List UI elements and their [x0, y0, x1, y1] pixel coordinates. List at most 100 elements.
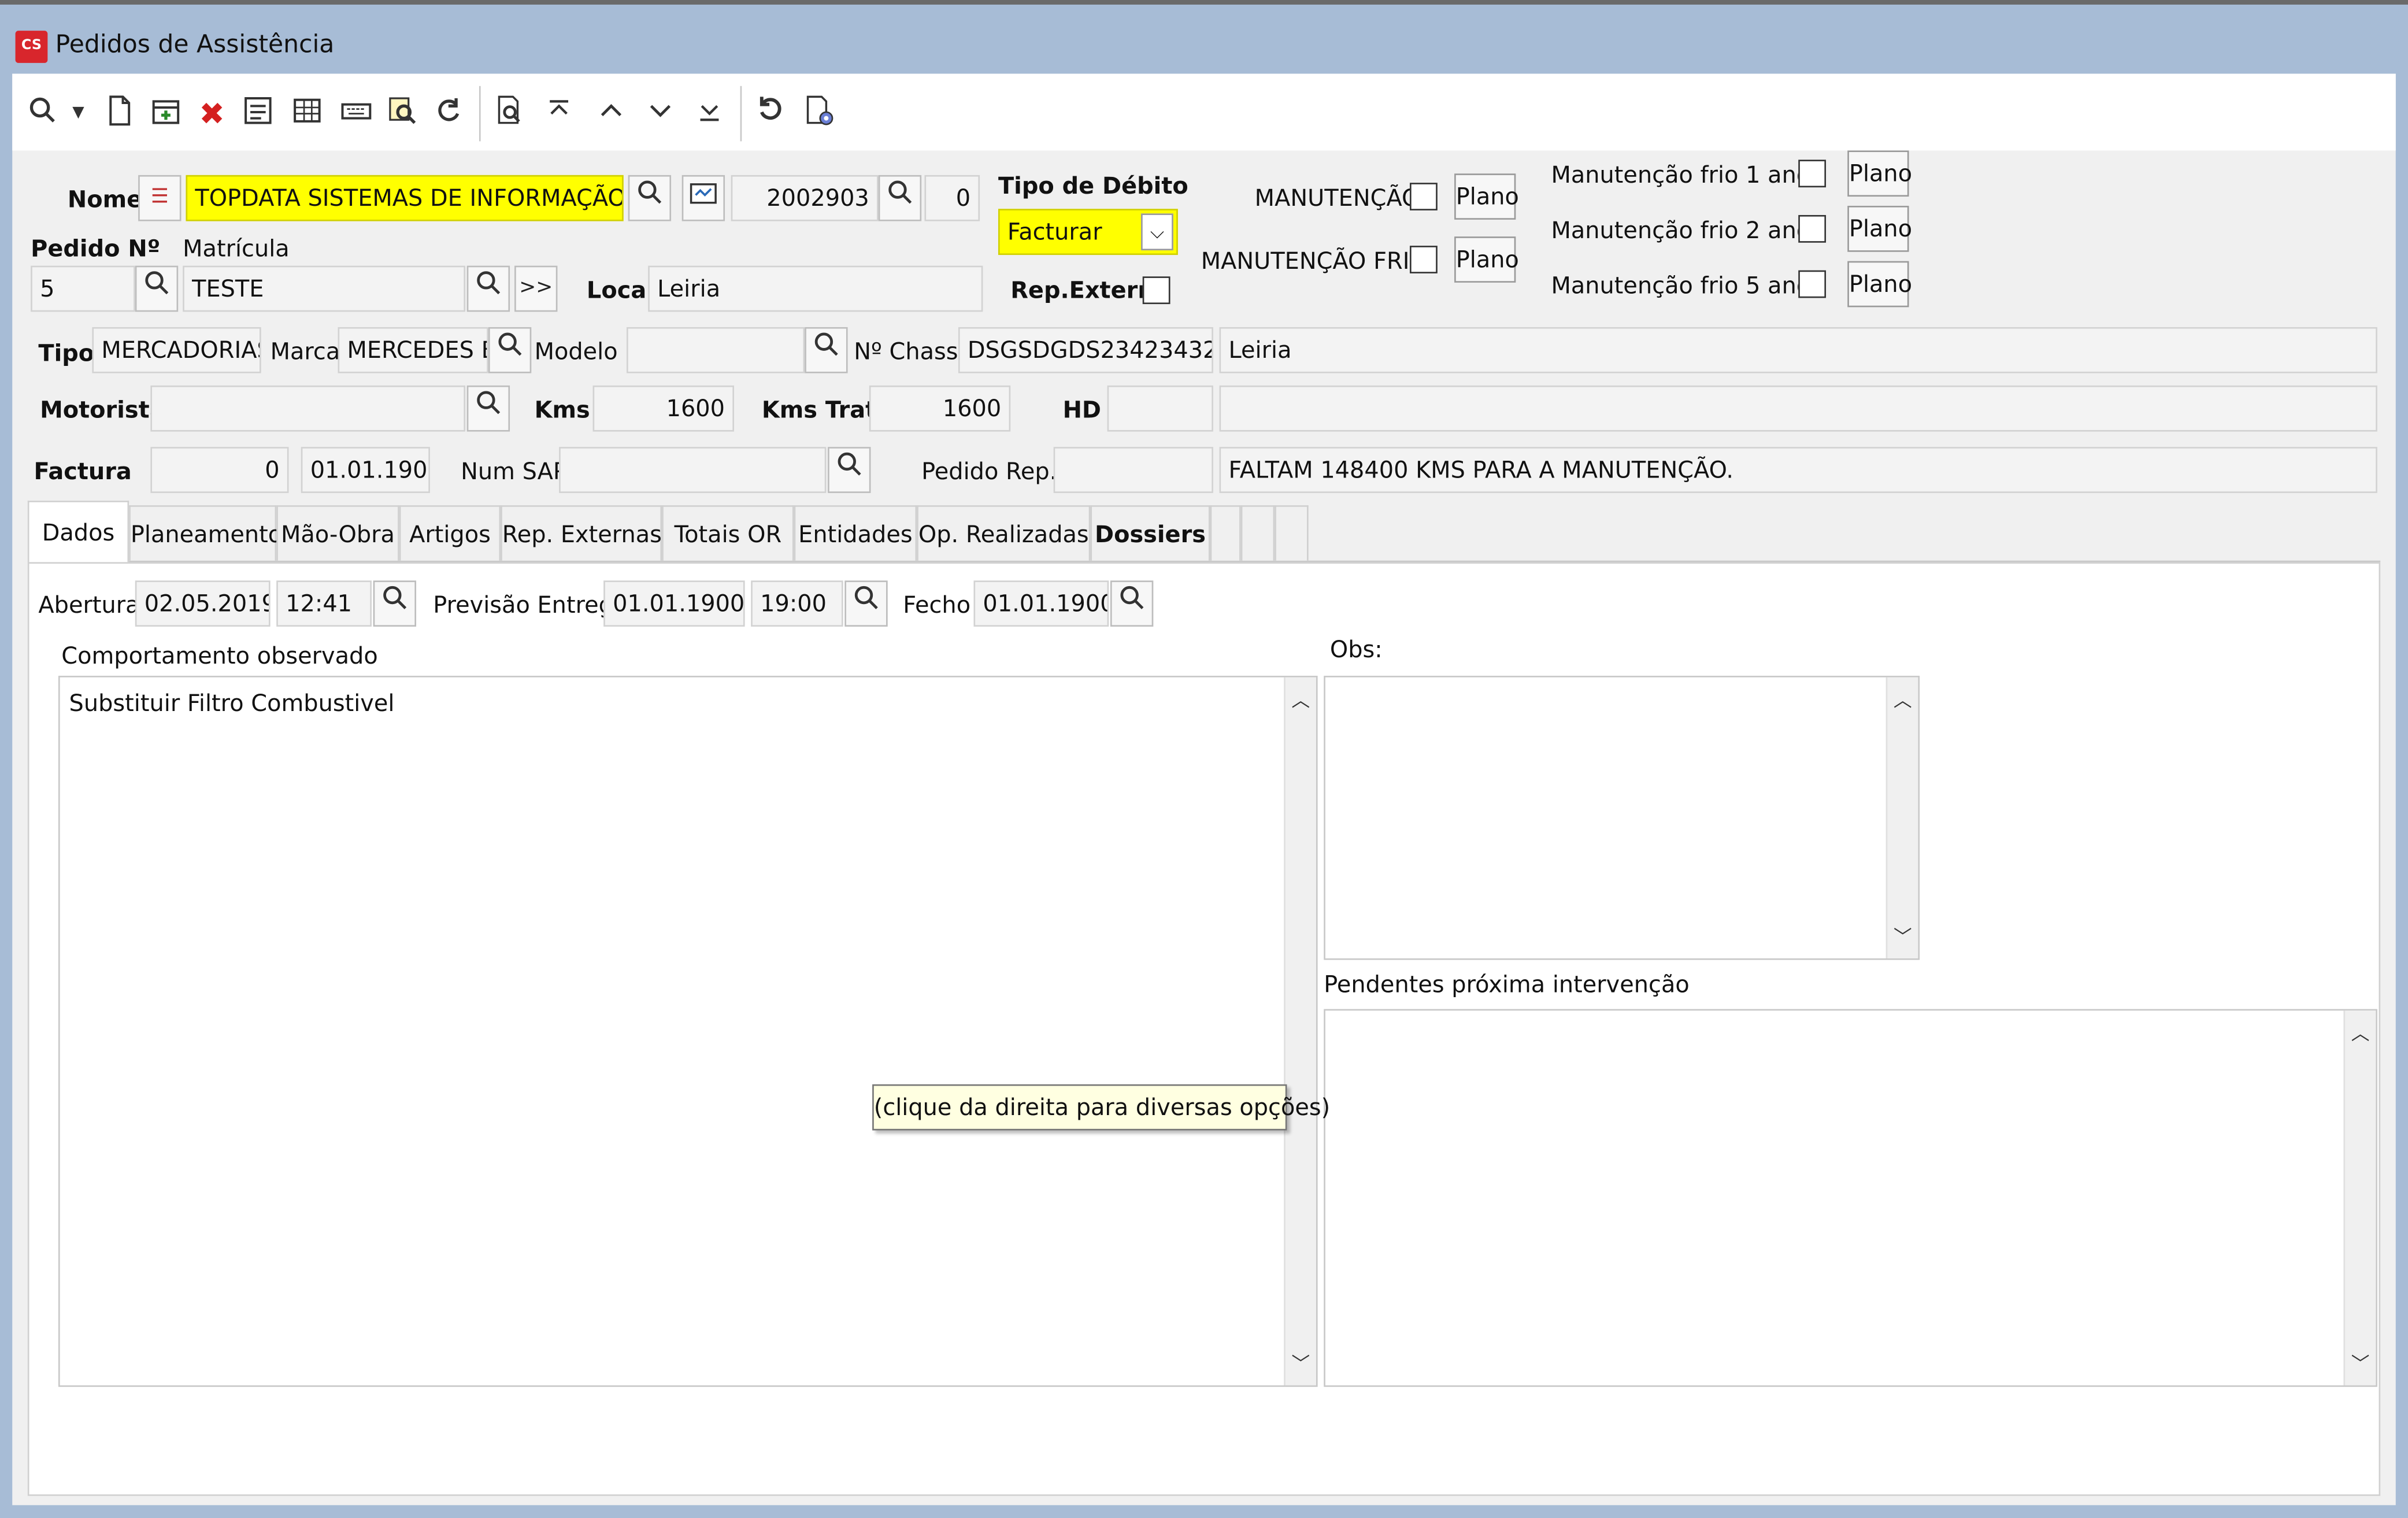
- frio5-label: Manutenção frio 5 anos: [1551, 272, 1822, 300]
- kms-trator-field[interactable]: 1600: [869, 385, 1011, 432]
- cliente-numero-field[interactable]: 2002903: [731, 175, 879, 221]
- delete-icon[interactable]: ✖: [194, 95, 231, 132]
- manutencao-checkbox[interactable]: [1410, 183, 1438, 210]
- reload-icon[interactable]: [753, 95, 790, 132]
- factura-date-field[interactable]: 01.01.1900: [301, 447, 430, 493]
- search-pedido-icon[interactable]: [135, 265, 179, 312]
- scroll-up-icon[interactable]: ︿: [1285, 687, 1316, 713]
- refresh-icon[interactable]: [430, 95, 467, 132]
- search-nome-icon[interactable]: [628, 175, 672, 221]
- list-icon[interactable]: ☰: [138, 175, 181, 221]
- pendentes-scrollbar[interactable]: ︿ ﹀: [2343, 1010, 2376, 1386]
- grid-view-icon[interactable]: [288, 95, 325, 132]
- nome-field[interactable]: TOPDATA SISTEMAS DE INFORMAÇÃO LDA: [186, 175, 624, 221]
- form-view-icon[interactable]: [239, 95, 276, 132]
- settings-document-icon[interactable]: [802, 95, 839, 132]
- scroll-down-icon[interactable]: ﹀: [1887, 923, 1918, 949]
- tab-dossiers[interactable]: Dossiers: [1090, 505, 1210, 561]
- search-previsao-icon[interactable]: [844, 580, 888, 627]
- hd-field[interactable]: [1107, 385, 1213, 432]
- pedido-label: Pedido Nº: [31, 235, 161, 263]
- frio5-checkbox[interactable]: [1798, 270, 1827, 298]
- modelo-field[interactable]: [627, 327, 805, 373]
- info-readonly-field: [1219, 385, 2377, 432]
- search-abertura-icon[interactable]: [373, 580, 417, 627]
- previous-record-icon[interactable]: [593, 95, 630, 132]
- dropdown-arrow-icon[interactable]: ▼: [68, 95, 89, 132]
- scroll-up-icon[interactable]: ︿: [2345, 1020, 2376, 1046]
- marca-field[interactable]: MERCEDES B: [338, 327, 488, 373]
- tab-mao-obra[interactable]: Mão-Obra: [276, 505, 399, 561]
- previsao-date-field[interactable]: 01.01.1900: [603, 580, 745, 627]
- manutencao-plano-button[interactable]: Plano: [1454, 173, 1519, 220]
- search-fecho-icon[interactable]: [1110, 580, 1154, 627]
- motorista-field[interactable]: [150, 385, 466, 432]
- obs-scrollbar[interactable]: ︿ ﹀: [1885, 677, 1918, 958]
- search-cliente-icon[interactable]: [878, 175, 922, 221]
- matricula-label: Matrícula: [183, 235, 290, 263]
- abertura-time-field[interactable]: 12:41: [276, 580, 372, 627]
- pedido-field[interactable]: 5: [31, 265, 135, 312]
- kms-field[interactable]: 1600: [592, 385, 734, 432]
- num-sap-field[interactable]: [559, 447, 827, 493]
- manutencao-frio-plano-button[interactable]: Plano: [1454, 236, 1519, 283]
- tab-rep-externas[interactable]: Rep. Externas: [501, 505, 662, 561]
- tab-totais-or[interactable]: Totais OR: [662, 505, 794, 561]
- abertura-date-field[interactable]: 02.05.2019: [135, 580, 271, 627]
- search-motorista-icon[interactable]: [466, 385, 510, 432]
- search-icon[interactable]: [25, 95, 62, 132]
- tab-empty[interactable]: [1210, 505, 1241, 561]
- pendentes-textarea[interactable]: ︿ ﹀: [1324, 1009, 2377, 1387]
- keyboard-icon[interactable]: [338, 95, 375, 132]
- obs-label: Obs:: [1329, 635, 1383, 664]
- find-icon[interactable]: [384, 95, 421, 132]
- tab-op-realizadas[interactable]: Op. Realizadas: [917, 505, 1091, 561]
- matricula-field[interactable]: TESTE: [183, 265, 466, 312]
- local-label: Local: [586, 276, 654, 305]
- first-record-icon[interactable]: [540, 95, 577, 132]
- next-record-icon[interactable]: [642, 95, 679, 132]
- search-matricula-icon[interactable]: [466, 265, 510, 312]
- comportamento-scrollbar[interactable]: ︿ ﹀: [1284, 677, 1316, 1386]
- manutencao-warning: FALTAM 148400 KMS PARA A MANUTENÇÃO.: [1219, 447, 2377, 493]
- manutencao-frio-checkbox[interactable]: [1410, 246, 1438, 273]
- factura-label: Factura: [34, 457, 132, 486]
- tab-empty[interactable]: [1240, 505, 1275, 561]
- tab-planeamento[interactable]: Planeamento: [129, 505, 282, 561]
- chevron-down-icon[interactable]: ⌵: [1141, 213, 1173, 251]
- tab-dados[interactable]: Dados: [27, 501, 129, 564]
- tab-empty[interactable]: [1275, 505, 1309, 561]
- scroll-down-icon[interactable]: ﹀: [2345, 1350, 2376, 1376]
- factura-field[interactable]: 0: [150, 447, 289, 493]
- search-marca-icon[interactable]: [488, 327, 532, 373]
- frio5-plano-button[interactable]: Plano: [1847, 261, 1912, 308]
- tab-artigos[interactable]: Artigos: [399, 505, 501, 561]
- search-sap-icon[interactable]: [828, 447, 871, 493]
- tab-entidades[interactable]: Entidades: [794, 505, 917, 561]
- pedido-rep-field[interactable]: [1053, 447, 1213, 493]
- search-modelo-icon[interactable]: [805, 327, 848, 373]
- fecho-date-field[interactable]: 01.01.1900: [973, 580, 1109, 627]
- previsao-time-field[interactable]: 19:00: [751, 580, 843, 627]
- rep-externa-checkbox[interactable]: [1142, 276, 1170, 305]
- comportamento-textarea[interactable]: Substituir Filtro Combustivel ︿ ﹀: [58, 676, 1318, 1387]
- frio1-plano-button[interactable]: Plano: [1847, 150, 1912, 197]
- obs-textarea[interactable]: ︿ ﹀: [1324, 676, 1920, 960]
- scroll-down-icon[interactable]: ﹀: [1285, 1350, 1316, 1376]
- contact-card-icon[interactable]: [681, 175, 725, 221]
- cliente-extra-field[interactable]: 0: [924, 175, 980, 221]
- local-field[interactable]: Leiria: [648, 265, 983, 312]
- calendar-add-icon[interactable]: [147, 95, 184, 132]
- frio2-checkbox[interactable]: [1798, 214, 1827, 243]
- app-logo: CS: [15, 31, 48, 63]
- tipo-field[interactable]: MERCADORIAS: [92, 327, 261, 373]
- hd-label: HD: [1062, 396, 1102, 424]
- last-record-icon[interactable]: [691, 95, 728, 132]
- more-button[interactable]: >>: [514, 265, 558, 312]
- frio1-checkbox[interactable]: [1798, 160, 1827, 188]
- new-document-icon[interactable]: [101, 95, 138, 132]
- scroll-up-icon[interactable]: ︿: [1887, 687, 1918, 713]
- frio2-plano-button[interactable]: Plano: [1847, 206, 1912, 252]
- preview-icon[interactable]: [491, 95, 528, 132]
- chassi-field[interactable]: DSGSDGDS234234324: [958, 327, 1213, 373]
